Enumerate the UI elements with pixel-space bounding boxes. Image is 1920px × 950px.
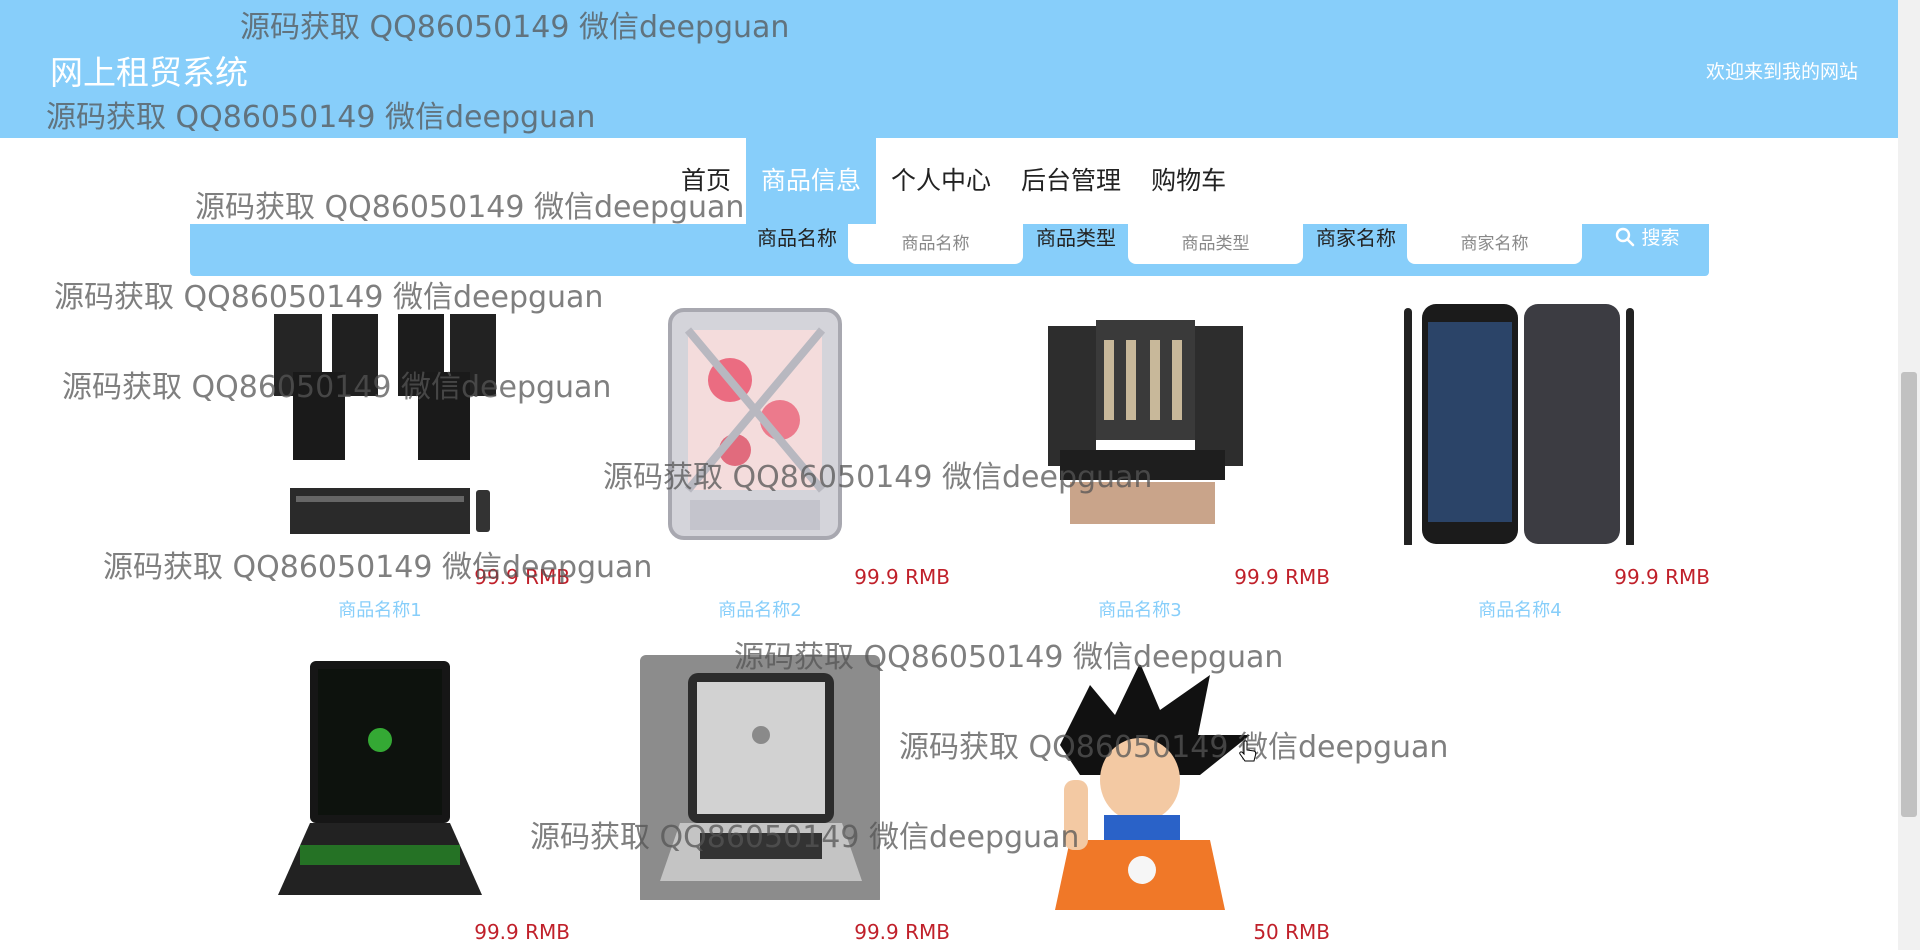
product-price: 50 RMB <box>1253 920 1330 944</box>
merchant-name-label: 商家名称 <box>1316 226 1396 250</box>
watermark-text: 源码获取 QQ86050149 微信deepguan <box>103 550 653 585</box>
nav-home[interactable]: 首页 <box>666 138 746 224</box>
merchant-name-input[interactable] <box>1407 224 1582 264</box>
product-image[interactable] <box>260 655 500 900</box>
watermark-text: 源码获取 QQ86050149 微信deepguan <box>195 190 745 225</box>
product-price: 99.9 RMB <box>474 920 570 944</box>
nav-cart[interactable]: 购物车 <box>1136 138 1241 224</box>
product-price: 99.9 RMB <box>474 565 570 589</box>
product-price: 99.9 RMB <box>854 920 950 944</box>
search-button[interactable]: 搜索 <box>1585 224 1710 264</box>
nav-admin[interactable]: 后台管理 <box>1006 138 1136 224</box>
product-image[interactable] <box>1020 665 1260 910</box>
product-name-link[interactable]: 商品名称1 <box>190 596 570 622</box>
search-icon <box>1616 227 1635 247</box>
page-scrollbar[interactable] <box>1898 0 1920 950</box>
scrollbar-thumb[interactable] <box>1901 372 1917 817</box>
product-image[interactable] <box>260 300 500 545</box>
product-type-label: 商品类型 <box>1036 226 1116 250</box>
product-price: 99.9 RMB <box>1614 565 1710 589</box>
product-name-label: 商品名称 <box>757 226 837 250</box>
welcome-text: 欢迎来到我的网站 <box>1705 61 1858 83</box>
product-name-link[interactable]: 商品名称4 <box>1330 596 1710 622</box>
header: 网上租贸系统 欢迎来到我的网站 <box>0 0 1898 138</box>
product-price: 99.9 RMB <box>1234 565 1330 589</box>
hand-cursor-icon <box>1239 740 1257 762</box>
product-name-link[interactable]: 商品名称3 <box>950 596 1330 622</box>
product-image[interactable] <box>640 655 880 900</box>
nav-products[interactable]: 商品信息 <box>746 138 877 224</box>
nav-personal-center[interactable]: 个人中心 <box>876 138 1006 224</box>
product-image[interactable] <box>640 300 880 545</box>
product-name-link[interactable]: 商品名称2 <box>570 596 950 622</box>
main-nav: 首页 商品信息 个人中心 后台管理 购物车 <box>666 138 1241 224</box>
product-type-input[interactable] <box>1128 224 1303 264</box>
product-image[interactable] <box>1400 300 1640 545</box>
site-title: 网上租贸系统 <box>50 53 248 92</box>
product-name-input[interactable] <box>848 224 1023 264</box>
search-button-label: 搜索 <box>1641 227 1680 249</box>
product-price: 99.9 RMB <box>854 565 950 589</box>
search-bar: 商品名称 商品类型 商家名称 搜索 <box>190 224 1709 276</box>
product-image[interactable] <box>1020 300 1260 545</box>
